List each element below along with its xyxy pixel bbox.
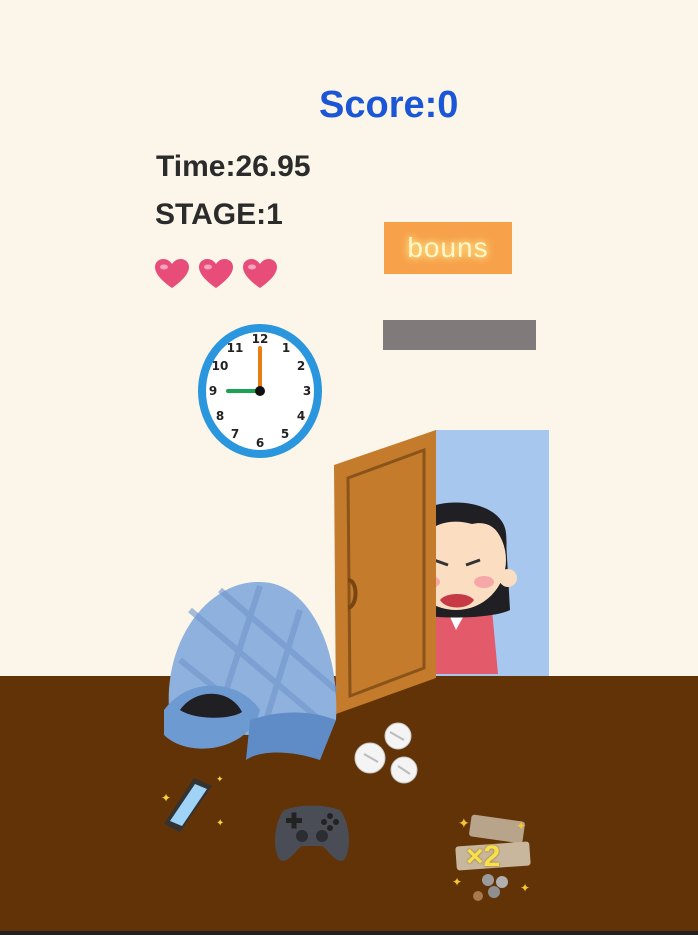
- bonus-button[interactable]: bouns: [384, 222, 512, 274]
- clock-numeral: 10: [212, 359, 229, 373]
- svg-text:✦: ✦: [161, 791, 171, 805]
- futon-lump: [164, 581, 338, 760]
- clock-numeral: 9: [209, 384, 217, 398]
- screen-bottom-edge: [0, 931, 698, 935]
- time-display: Time:26.95: [156, 150, 311, 183]
- clock-numeral: 2: [297, 359, 305, 373]
- clock-numeral: 3: [303, 384, 311, 398]
- lives-hearts: [154, 258, 278, 290]
- svg-text:✦: ✦: [452, 875, 462, 889]
- stage-display: STAGE:1: [155, 198, 283, 231]
- svg-text:✦: ✦: [520, 881, 530, 895]
- score-display: Score:0: [319, 84, 459, 126]
- heart-icon: [155, 259, 189, 288]
- svg-text:✦: ✦: [216, 774, 224, 784]
- svg-text:✦: ✦: [516, 819, 526, 833]
- money-bonus-item[interactable]: ✦ ✦ ✦ ✦ ×2: [448, 810, 538, 905]
- clock-numeral: 11: [227, 341, 244, 355]
- game-controller-icon[interactable]: [272, 800, 352, 866]
- crumpled-paper-icon: [354, 722, 418, 784]
- heart-icon: [243, 259, 277, 288]
- svg-text:✦: ✦: [458, 815, 470, 831]
- clock-numeral: 1: [282, 341, 290, 355]
- bonus-gauge-bar: [383, 320, 536, 350]
- multiplier-label: ×2: [466, 840, 501, 873]
- svg-text:✦: ✦: [216, 818, 224, 829]
- heart-icon: [199, 259, 233, 288]
- smartphone-icon[interactable]: ✦ ✦ ✦: [158, 772, 233, 842]
- clock-numeral: 12: [252, 332, 269, 346]
